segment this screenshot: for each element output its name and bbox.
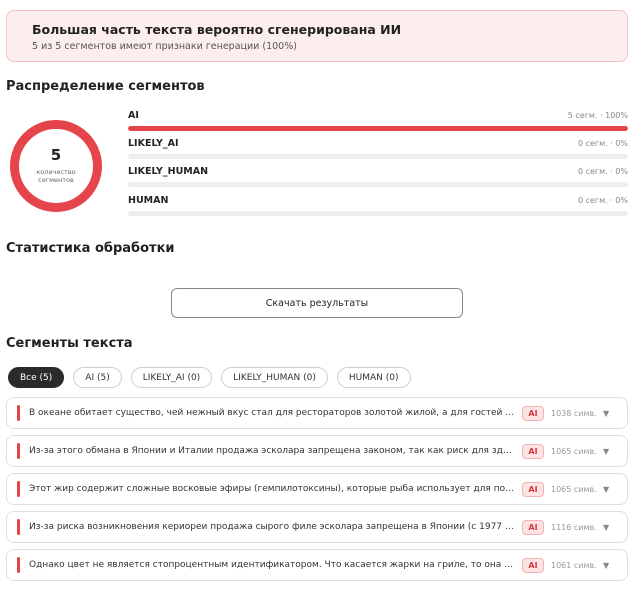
segment-class-marker <box>17 481 20 497</box>
filter-likely-ai[interactable]: LIKELY_AI (0) <box>130 367 213 388</box>
distribution-bar <box>128 211 628 216</box>
alert-subtitle: 5 из 5 сегментов имеют признаки генераци… <box>32 41 297 52</box>
chevron-down-icon[interactable]: ▼ <box>603 523 609 532</box>
filter-all[interactable]: Все (5) <box>8 367 65 388</box>
distribution-row-likely-ai: LIKELY_AI 0 сегм. · 0% <box>128 138 628 159</box>
distribution-label: HUMAN <box>128 195 169 206</box>
segment-class-marker <box>17 557 20 573</box>
segment-item[interactable]: Этот жир содержит сложные восковые эфиры… <box>6 473 628 505</box>
segment-item[interactable]: Из-за этого обмана в Японии и Италии про… <box>6 435 628 467</box>
segment-class-badge: AI <box>522 557 544 573</box>
segment-text: Этот жир содержит сложные восковые эфиры… <box>29 484 517 494</box>
segment-class-marker <box>17 519 20 535</box>
segment-item[interactable]: В океане обитает существо, чей нежный вк… <box>6 397 628 429</box>
segment-text: Однако цвет не является стопроцентным ид… <box>29 560 517 570</box>
alert-title: Большая часть текста вероятно сгенериров… <box>32 22 402 37</box>
segment-text: Из-за этого обмана в Японии и Италии про… <box>29 446 517 456</box>
segment-length: 1065 симв. <box>551 484 597 494</box>
segment-item[interactable]: Из-за риска возникновения кериореи прода… <box>6 511 628 543</box>
distribution-bar-fill <box>128 126 628 131</box>
segment-filter-bar: Все (5) AI (5) LIKELY_AI (0) LIKELY_HUMA… <box>8 367 411 388</box>
segment-class-badge: AI <box>522 519 544 535</box>
segment-text: В океане обитает существо, чей нежный вк… <box>29 408 517 418</box>
filter-likely-human[interactable]: LIKELY_HUMAN (0) <box>221 367 328 388</box>
distribution-label: AI <box>128 110 139 121</box>
segment-item[interactable]: Однако цвет не является стопроцентным ид… <box>6 549 628 581</box>
distribution-bar <box>128 126 628 131</box>
distribution-value: 0 сегм. · 0% <box>577 167 628 176</box>
segment-class-marker <box>17 443 20 459</box>
chevron-down-icon[interactable]: ▼ <box>603 561 609 570</box>
distribution-value: 5 сегм. · 100% <box>567 111 628 120</box>
filter-human[interactable]: HUMAN (0) <box>336 367 411 388</box>
distribution-row-human: HUMAN 0 сегм. · 0% <box>128 195 628 216</box>
distribution-label: LIKELY_AI <box>128 138 179 149</box>
segments-heading: Сегменты текста <box>6 336 133 351</box>
stats-heading: Статистика обработки <box>6 241 175 256</box>
segment-length: 1065 симв. <box>551 446 597 456</box>
distribution-value: 0 сегм. · 0% <box>577 196 628 205</box>
segment-length: 1061 симв. <box>551 560 597 570</box>
distribution-heading: Распределение сегментов <box>6 79 205 94</box>
segment-class-badge: AI <box>522 481 544 497</box>
chevron-down-icon[interactable]: ▼ <box>603 447 609 456</box>
distribution-row-likely-human: LIKELY_HUMAN 0 сегм. · 0% <box>128 166 628 187</box>
distribution-bar <box>128 154 628 159</box>
segment-class-marker <box>17 405 20 421</box>
distribution-value: 0 сегм. · 0% <box>577 139 628 148</box>
segment-total-caption: количество сегментов <box>36 167 76 184</box>
segment-text: Из-за риска возникновения кериореи прода… <box>29 522 517 532</box>
chevron-down-icon[interactable]: ▼ <box>603 409 609 418</box>
segment-class-badge: AI <box>522 405 544 421</box>
filter-ai[interactable]: AI (5) <box>73 367 122 388</box>
segment-count-donut: 5 количество сегментов <box>10 120 102 212</box>
segment-length: 1038 симв. <box>551 408 597 418</box>
download-results-button[interactable]: Скачать результаты <box>171 288 463 318</box>
distribution-bar <box>128 182 628 187</box>
ai-warning-alert: Большая часть текста вероятно сгенериров… <box>6 10 628 62</box>
segment-length: 1116 симв. <box>551 522 597 532</box>
distribution-row-ai: AI 5 сегм. · 100% <box>128 110 628 131</box>
segment-class-badge: AI <box>522 443 544 459</box>
distribution-label: LIKELY_HUMAN <box>128 166 209 177</box>
chevron-down-icon[interactable]: ▼ <box>603 485 609 494</box>
segment-total: 5 <box>50 145 62 164</box>
